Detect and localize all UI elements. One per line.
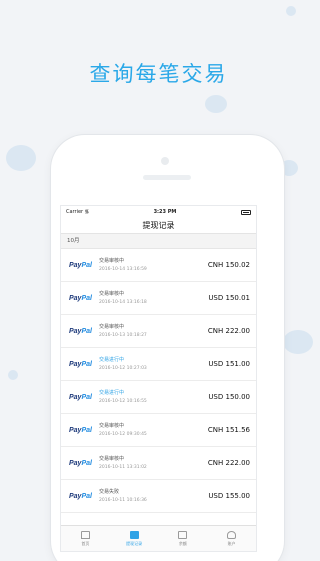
transaction-meta: 交易审核中 2016-10-12 09:30:45 [99, 422, 208, 439]
paypal-logo: PayPal [69, 361, 99, 368]
tab-label: 账户 [227, 540, 236, 546]
transaction-amount: CNH 222.00 [207, 327, 250, 335]
logo-part-a: Pay [69, 360, 82, 368]
transaction-meta: 交易审核中 2016-10-14 13:16:18 [99, 290, 208, 307]
transaction-amount: USD 155.00 [208, 492, 250, 500]
wallet-icon [178, 530, 188, 539]
transaction-row[interactable]: PayPal 交易审核中 2016-10-14 13:16:18 USD 150.01 [61, 282, 256, 315]
logo-part-a: Pay [69, 492, 82, 500]
transaction-row[interactable]: PayPal 交易进行中 2016-10-12 10:27:03 USD 151.00 [61, 348, 256, 381]
transaction-amount: CNH 151.56 [207, 426, 250, 434]
transaction-date: 2016-10-11 13:31:02 [99, 464, 147, 470]
transaction-row[interactable]: PayPal 交易进行中 2016-10-12 10:16:55 USD 150.00 [61, 381, 256, 414]
tab-label: 余额 [178, 540, 187, 546]
transaction-meta: 交易审核中 2016-10-14 13:16:59 [99, 257, 208, 274]
clock: 3:23 PM [153, 209, 177, 215]
transaction-amount: USD 151.00 [208, 360, 250, 368]
transaction-status: 交易审核中 [99, 290, 125, 297]
logo-part-b: Pal [81, 294, 92, 302]
speaker-slot [143, 175, 191, 180]
paypal-logo: PayPal [69, 460, 99, 467]
transaction-row[interactable]: PayPal 交易审核中 2016-10-13 10:18:27 CNH 222.00 [61, 315, 256, 348]
nav-title: 提现记录 [61, 218, 256, 234]
records-icon [129, 530, 139, 539]
transaction-status: 交易审核中 [99, 422, 125, 429]
carrier-label: Carrier ᯾ [66, 209, 89, 215]
transaction-date: 2016-10-12 09:30:45 [99, 431, 147, 437]
status-bar: Carrier ᯾ 3:23 PM [61, 206, 256, 218]
transaction-status: 交易进行中 [99, 389, 125, 396]
tab-label: 提现记录 [126, 540, 143, 546]
tab-bar: 首页 提现记录 余额 账户 [61, 525, 256, 551]
logo-part-b: Pal [81, 426, 92, 434]
logo-part-b: Pal [81, 360, 92, 368]
transaction-date: 2016-10-12 10:16:55 [99, 398, 147, 404]
logo-part-a: Pay [69, 393, 82, 401]
paypal-logo: PayPal [69, 328, 99, 335]
transaction-row[interactable]: PayPal 交易审核中 2016-10-14 13:16:59 CNH 150.02 [61, 249, 256, 282]
paypal-logo: PayPal [69, 493, 99, 500]
logo-part-a: Pay [69, 294, 82, 302]
transaction-date: 2016-10-14 13:16:18 [99, 299, 147, 305]
home-icon [80, 530, 90, 539]
transaction-date: 2016-10-14 13:16:59 [99, 266, 147, 272]
ink-splash [6, 145, 36, 171]
logo-part-b: Pal [81, 459, 92, 467]
logo-part-a: Pay [69, 261, 82, 269]
transaction-row[interactable]: PayPal 交易审核中 2016-10-12 09:30:45 CNH 151.56 [61, 414, 256, 447]
tab-label: 首页 [81, 540, 90, 546]
transaction-list: PayPal 交易审核中 2016-10-14 13:16:59 CNH 150.02… [61, 249, 256, 546]
tab-account[interactable]: 账户 [207, 526, 256, 551]
tab-home[interactable]: 首页 [61, 526, 110, 551]
logo-part-a: Pay [69, 327, 82, 335]
ink-splash [8, 370, 18, 380]
transaction-meta: 交易失败 2016-10-11 10:16:36 [99, 488, 208, 505]
transaction-amount: CNH 222.00 [207, 459, 250, 467]
transaction-row[interactable]: PayPal 交易审核中 2016-10-11 13:31:02 CNH 222.00 [61, 447, 256, 480]
transaction-meta: 交易进行中 2016-10-12 10:16:55 [99, 389, 208, 406]
logo-part-b: Pal [81, 327, 92, 335]
paypal-logo: PayPal [69, 394, 99, 401]
transaction-date: 2016-10-11 10:16:36 [99, 497, 147, 503]
transaction-row[interactable]: PayPal 交易失败 2016-10-11 10:16:36 USD 155.00 [61, 480, 256, 513]
transaction-amount: CNH 150.02 [207, 261, 250, 269]
transaction-meta: 交易进行中 2016-10-12 10:27:03 [99, 356, 208, 373]
tab-records[interactable]: 提现记录 [110, 526, 159, 551]
logo-part-a: Pay [69, 426, 82, 434]
transaction-date: 2016-10-12 10:27:03 [99, 365, 147, 371]
transaction-date: 2016-10-13 10:18:27 [99, 332, 147, 338]
paypal-logo: PayPal [69, 427, 99, 434]
transaction-status: 交易审核中 [99, 257, 125, 264]
logo-part-b: Pal [81, 261, 92, 269]
transaction-status: 交易进行中 [99, 356, 125, 363]
ink-splash [205, 95, 227, 113]
user-icon [227, 530, 237, 539]
transaction-amount: USD 150.00 [208, 393, 250, 401]
wifi-icon: ᯾ [84, 209, 89, 215]
logo-part-a: Pay [69, 459, 82, 467]
logo-part-b: Pal [81, 492, 92, 500]
section-header: 10月 [61, 234, 256, 249]
logo-part-b: Pal [81, 393, 92, 401]
camera-dot [161, 157, 169, 165]
transaction-status: 交易失败 [99, 488, 120, 495]
paypal-logo: PayPal [69, 295, 99, 302]
app-screen: Carrier ᯾ 3:23 PM 提现记录 10月 PayPal 交易审核中 20… [60, 205, 257, 552]
battery-icon [240, 209, 251, 215]
ink-splash [283, 330, 313, 354]
transaction-status: 交易审核中 [99, 323, 125, 330]
page-headline: 查询每笔交易 [89, 62, 228, 86]
transaction-meta: 交易审核中 2016-10-13 10:18:27 [99, 323, 208, 340]
transaction-status: 交易审核中 [99, 455, 125, 462]
transaction-amount: USD 150.01 [208, 294, 250, 302]
carrier-text: Carrier [66, 209, 84, 215]
paypal-logo: PayPal [69, 262, 99, 269]
tab-balance[interactable]: 余额 [159, 526, 208, 551]
transaction-meta: 交易审核中 2016-10-11 13:31:02 [99, 455, 208, 472]
ink-splash [286, 6, 296, 16]
